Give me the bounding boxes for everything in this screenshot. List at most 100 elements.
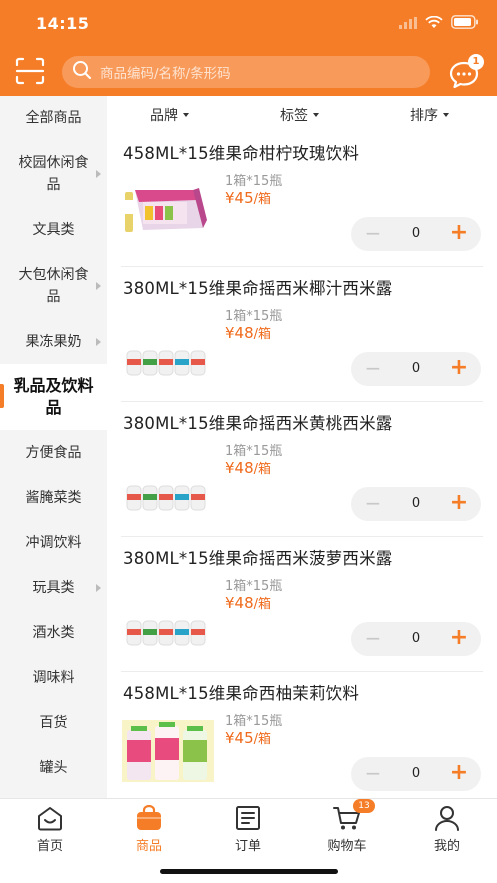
decrease-button[interactable]: − xyxy=(363,217,383,251)
user-icon xyxy=(433,805,461,831)
product-price: ¥48/箱 xyxy=(225,593,271,612)
product-image[interactable] xyxy=(121,440,215,512)
sidebar-item-big-pack-snacks[interactable]: 大包休闲食品 xyxy=(0,252,107,319)
search-placeholder: 商品编码/名称/条形码 xyxy=(100,66,231,82)
message-button[interactable]: 1 xyxy=(448,54,484,90)
price-unit: /箱 xyxy=(253,192,272,207)
sidebar-item-campus-snacks[interactable]: 校园休闲食品 xyxy=(0,140,107,207)
price-value: ¥48 xyxy=(225,594,254,612)
quantity-stepper: − 0 + xyxy=(351,217,481,251)
product-item[interactable]: 380ML*15维果命摇西米黄桃西米露 1箱*15瓶 ¥48/箱 − 0 + xyxy=(107,402,497,537)
filter-brand[interactable]: 品牌 xyxy=(150,105,189,125)
sidebar-item-label: 全部商品 xyxy=(25,110,82,126)
price-value: ¥45 xyxy=(225,729,254,747)
sidebar-item-all[interactable]: 全部商品 xyxy=(0,96,107,140)
tab-home[interactable]: 首页 xyxy=(10,805,90,855)
product-price: ¥45/箱 xyxy=(225,728,271,747)
home-icon xyxy=(36,805,64,831)
product-item[interactable]: 458ML*15维果命柑柠玫瑰饮料 1箱*15瓶 ¥45/箱 − 0 + xyxy=(107,132,497,267)
sidebar-item-general-goods[interactable]: 百货 xyxy=(0,700,107,745)
increase-button[interactable]: + xyxy=(449,352,469,386)
scan-icon xyxy=(14,57,46,90)
sidebar-item-dairy-drinks[interactable]: 乳品及饮料品 xyxy=(0,364,107,430)
tab-products[interactable]: 商品 xyxy=(109,804,189,855)
sidebar-item-jelly-milk[interactable]: 果冻果奶 xyxy=(0,319,107,364)
sidebar-item-toys[interactable]: 玩具类 xyxy=(0,565,107,610)
price-unit: /箱 xyxy=(253,462,272,477)
quantity-stepper: − 0 + xyxy=(351,622,481,656)
bag-icon xyxy=(135,804,163,831)
sidebar-item-label: 调味料 xyxy=(32,669,75,686)
sidebar-item-label: 百货 xyxy=(39,714,68,731)
product-item[interactable]: 380ML*15维果命摇西米椰汁西米露 1箱*15瓶 ¥48/箱 − 0 + xyxy=(107,267,497,402)
status-time: 14:15 xyxy=(36,14,90,33)
price-unit: /箱 xyxy=(253,597,272,612)
product-image[interactable] xyxy=(121,575,215,647)
increase-button[interactable]: + xyxy=(449,217,469,251)
filter-bar: 品牌 标签 排序 xyxy=(107,96,497,132)
tab-orders[interactable]: 订单 xyxy=(208,805,288,855)
decrease-button[interactable]: − xyxy=(363,487,383,521)
tab-label: 首页 xyxy=(36,839,63,854)
decrease-button[interactable]: − xyxy=(363,352,383,386)
sidebar-item-label: 酒水类 xyxy=(32,624,75,641)
sidebar-item-label: 文具类 xyxy=(32,221,75,238)
filter-tag[interactable]: 标签 xyxy=(280,105,319,125)
search-input[interactable]: 商品编码/名称/条形码 xyxy=(62,56,430,88)
quantity-value[interactable]: 0 xyxy=(401,487,431,521)
price-value: ¥48 xyxy=(225,324,254,342)
cart-icon: 13 xyxy=(333,799,375,831)
increase-button[interactable]: + xyxy=(449,487,469,521)
quantity-value[interactable]: 0 xyxy=(401,217,431,251)
sidebar-item-label: 罐头 xyxy=(39,759,68,776)
caret-right-icon xyxy=(96,583,101,592)
caret-right-icon xyxy=(96,281,101,290)
quantity-value[interactable]: 0 xyxy=(401,622,431,656)
quantity-stepper: − 0 + xyxy=(351,487,481,521)
product-image[interactable] xyxy=(121,170,215,242)
caret-right-icon xyxy=(96,337,101,346)
tab-label: 购物车 xyxy=(327,839,367,854)
product-item[interactable]: 458ML*15维果命西柚茉莉饮料 1箱*15瓶 ¥45/箱 − 0 + xyxy=(107,672,497,807)
increase-button[interactable]: + xyxy=(449,757,469,791)
price-unit: /箱 xyxy=(253,732,272,747)
decrease-button[interactable]: − xyxy=(363,757,383,791)
home-indicator[interactable] xyxy=(160,869,338,874)
decrease-button[interactable]: − xyxy=(363,622,383,656)
increase-button[interactable]: + xyxy=(449,622,469,656)
sidebar-item-seasoning[interactable]: 调味料 xyxy=(0,655,107,700)
quantity-value[interactable]: 0 xyxy=(401,352,431,386)
sidebar-item-label: 酱腌菜类 xyxy=(25,489,82,506)
sidebar-item-instant-food[interactable]: 方便食品 xyxy=(0,430,107,475)
price-unit: /箱 xyxy=(253,327,272,342)
filter-sort[interactable]: 排序 xyxy=(410,105,449,125)
sidebar-item-label: 校园休闲食品 xyxy=(18,154,89,193)
sidebar-item-label: 冲调饮料 xyxy=(25,534,82,551)
product-item[interactable]: 380ML*15维果命摇西米菠萝西米露 1箱*15瓶 ¥48/箱 − 0 + xyxy=(107,537,497,672)
product-image[interactable] xyxy=(121,710,215,782)
product-spec: 1箱*15瓶 xyxy=(225,714,283,729)
tab-mine[interactable]: 我的 xyxy=(407,805,487,855)
sidebar-item-stationery[interactable]: 文具类 xyxy=(0,207,107,252)
quantity-stepper: − 0 + xyxy=(351,757,481,791)
battery-icon xyxy=(451,14,479,33)
tab-label: 订单 xyxy=(234,839,261,854)
scan-button[interactable] xyxy=(14,56,46,86)
product-spec: 1箱*15瓶 xyxy=(225,579,283,594)
sidebar-item-canned[interactable]: 罐头 xyxy=(0,745,107,790)
wifi-icon xyxy=(425,14,443,33)
price-value: ¥48 xyxy=(225,459,254,477)
sidebar-item-pickles[interactable]: 酱腌菜类 xyxy=(0,475,107,520)
header: 14:15 商品编码/名称/条形码 1 xyxy=(0,0,497,96)
sidebar-item-brewed-drinks[interactable]: 冲调饮料 xyxy=(0,520,107,565)
product-image[interactable] xyxy=(121,305,215,377)
quantity-value[interactable]: 0 xyxy=(401,757,431,791)
caret-down-icon xyxy=(443,113,449,117)
filter-label: 品牌 xyxy=(150,108,178,124)
product-name: 458ML*15维果命柑柠玫瑰饮料 xyxy=(123,144,360,163)
sidebar-item-liquor[interactable]: 酒水类 xyxy=(0,610,107,655)
product-price: ¥48/箱 xyxy=(225,323,271,342)
tab-cart[interactable]: 13 购物车 xyxy=(307,799,387,855)
product-name: 380ML*15维果命摇西米菠萝西米露 xyxy=(123,549,393,568)
product-spec: 1箱*15瓶 xyxy=(225,309,283,324)
